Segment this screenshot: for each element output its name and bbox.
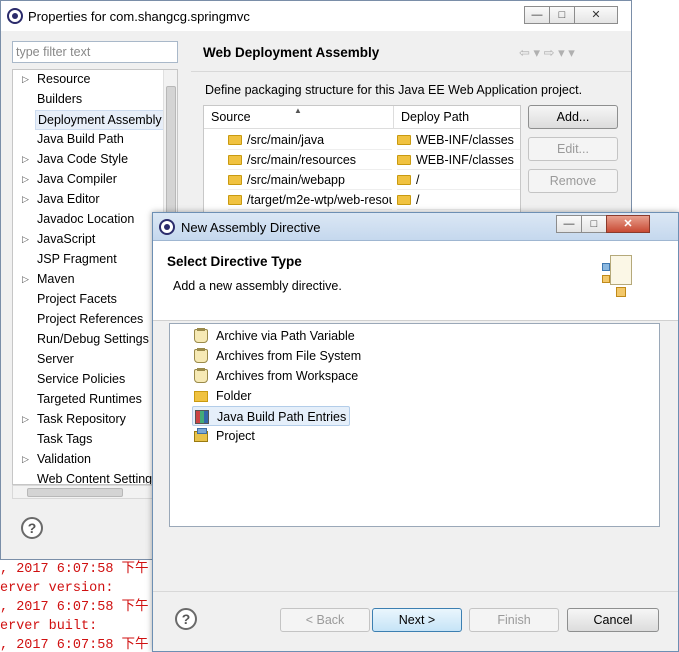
maximize-button[interactable]: □ [581, 215, 607, 233]
console-line: erver version: [0, 581, 114, 596]
wizard-banner-icon [600, 255, 636, 299]
close-button[interactable]: ✕ [574, 6, 618, 24]
eclipse-icon [7, 8, 23, 24]
expand-arrow-icon[interactable]: ▷ [22, 450, 29, 468]
table-row[interactable]: /target/m2e-wtp/web-resources / [204, 190, 520, 210]
folder-icon [228, 195, 242, 205]
edit-button[interactable]: Edit... [528, 137, 618, 161]
help-icon[interactable]: ? [175, 608, 197, 630]
folder-icon [228, 155, 242, 165]
console-line: , 2017 6:07:58 下午 [0, 600, 149, 615]
assembly-table: Source ▲ Deploy Path /src/main/java WEB-I… [203, 105, 521, 215]
deploy-path-cell: WEB-INF/classes [397, 130, 520, 150]
desktop: , 2017 6:07:58 下午 erver version: , 2017 … [0, 0, 679, 652]
source-cell: /src/main/resources [228, 150, 392, 170]
table-row[interactable]: /src/main/resources WEB-INF/classes [204, 150, 520, 170]
expand-arrow-icon[interactable]: ▷ [22, 230, 29, 248]
dialog-title: New Assembly Directive [181, 220, 321, 235]
expand-arrow-icon[interactable]: ▷ [22, 410, 29, 428]
folder-icon [397, 175, 411, 185]
sort-indicator-icon: ▲ [294, 106, 302, 115]
window-title: Properties for com.shangcg.springmvc [28, 9, 250, 24]
properties-titlebar[interactable]: Properties for com.shangcg.springmvc — □… [1, 1, 631, 31]
jar-icon [194, 368, 208, 383]
scrollbar-thumb[interactable] [166, 86, 176, 226]
folder-icon [228, 135, 242, 145]
directive-type-list: Archive via Path Variable Archives from … [169, 323, 660, 527]
eclipse-icon [159, 219, 175, 235]
panel-title: Web Deployment Assembly [203, 45, 380, 60]
source-cell: /target/m2e-wtp/web-resources [228, 190, 392, 210]
directive-message: Add a new assembly directive. [173, 279, 342, 293]
panel-description: Define packaging structure for this Java… [205, 83, 583, 97]
scrollbar-thumb[interactable] [27, 488, 123, 497]
expand-arrow-icon[interactable]: ▷ [22, 270, 29, 288]
column-header-deploy-path[interactable]: Deploy Path [394, 106, 520, 129]
add-button[interactable]: Add... [528, 105, 618, 129]
console-line: , 2017 6:07:58 下午 [0, 562, 149, 577]
project-icon [194, 428, 208, 442]
folder-icon [397, 195, 411, 205]
console-output: , 2017 6:07:58 下午 erver version: , 2017 … [0, 560, 160, 652]
dialog-header: Select Directive Type Add a new assembly… [153, 241, 678, 321]
folder-icon [397, 135, 411, 145]
column-header-source[interactable]: Source ▲ [204, 106, 394, 129]
dialog-titlebar[interactable]: New Assembly Directive — □ ✕ [153, 213, 678, 241]
jar-icon [194, 328, 208, 343]
expand-arrow-icon[interactable]: ▷ [22, 190, 29, 208]
deploy-path-cell: / [397, 190, 520, 210]
library-icon [195, 410, 209, 424]
back-button[interactable]: < Back [280, 608, 370, 632]
minimize-button[interactable]: — [524, 6, 550, 24]
console-line: erver built: [0, 619, 98, 634]
folder-icon [194, 391, 208, 402]
next-button[interactable]: Next > [372, 608, 462, 632]
expand-arrow-icon[interactable]: ▷ [22, 150, 29, 168]
filter-input[interactable]: type filter text [12, 41, 178, 63]
expand-arrow-icon[interactable]: ▷ [22, 170, 29, 188]
finish-button[interactable]: Finish [469, 608, 559, 632]
deploy-path-cell: WEB-INF/classes [397, 150, 520, 170]
source-cell: /src/main/java [228, 130, 392, 150]
expand-arrow-icon[interactable]: ▷ [22, 70, 29, 88]
remove-button[interactable]: Remove [528, 169, 618, 193]
list-item-java-build-path-entries[interactable]: Java Build Path Entries [192, 406, 350, 426]
help-icon[interactable]: ? [21, 517, 43, 539]
folder-icon [228, 175, 242, 185]
new-assembly-directive-dialog: New Assembly Directive — □ ✕ Select Dire… [152, 212, 679, 652]
divider [191, 71, 631, 72]
maximize-button[interactable]: □ [549, 6, 575, 24]
minimize-button[interactable]: — [556, 215, 582, 233]
directive-type-heading: Select Directive Type [167, 254, 302, 269]
table-row[interactable]: /src/main/webapp / [204, 170, 520, 190]
jar-icon [194, 348, 208, 363]
source-cell: /src/main/webapp [228, 170, 392, 190]
divider [153, 591, 678, 592]
close-button[interactable]: ✕ [606, 215, 650, 233]
deploy-path-cell: / [397, 170, 520, 190]
console-line: , 2017 6:07:58 下午 [0, 638, 149, 652]
table-row[interactable]: /src/main/java WEB-INF/classes [204, 130, 520, 150]
folder-icon [397, 155, 411, 165]
navigation-arrows-icon[interactable]: ⇦ ▾ ⇨ ▾ ▾ [519, 45, 575, 61]
cancel-button[interactable]: Cancel [567, 608, 659, 632]
